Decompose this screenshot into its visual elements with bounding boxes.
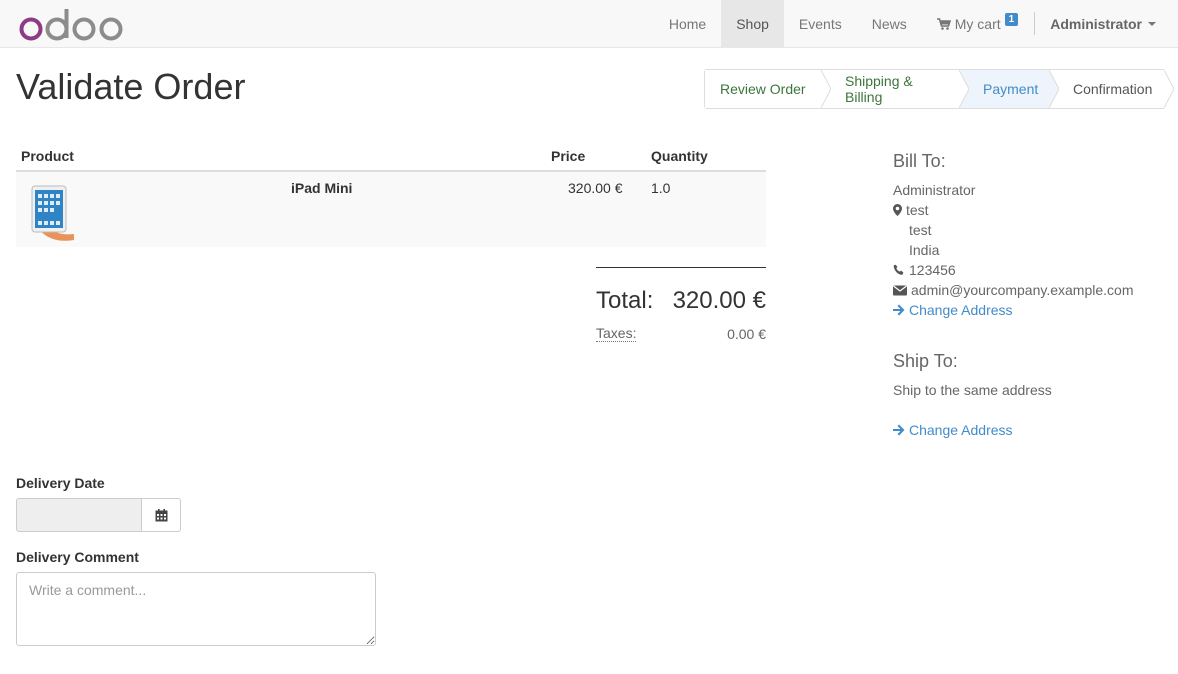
column-header-product: Product [21, 148, 74, 164]
user-menu[interactable]: Administrator [1035, 0, 1178, 47]
bill-to-panel: Bill To: Administrator test test India 1… [893, 150, 1163, 320]
change-address-label: Change Address [909, 422, 1013, 438]
step-arrow-icon [1049, 70, 1059, 108]
wizard-step-label: Payment [983, 81, 1039, 97]
user-name: Administrator [1050, 15, 1142, 32]
delivery-date-input[interactable] [16, 498, 142, 532]
column-header-price: Price [551, 148, 586, 164]
bill-to-name: Administrator [893, 182, 976, 198]
nav-home[interactable]: Home [654, 0, 721, 47]
odoo-logo[interactable] [18, 6, 128, 42]
ship-to-panel: Ship To: Ship to the same address Change… [893, 350, 1163, 440]
bill-to-phone-line: 123456 [893, 260, 1163, 280]
nav-news[interactable]: News [857, 0, 922, 47]
step-arrow-icon [1164, 70, 1174, 108]
cart-label: My cart [954, 15, 1001, 32]
envelope-icon [893, 285, 907, 296]
wizard-step-label: Confirmation [1073, 81, 1153, 97]
wizard-step-payment[interactable]: Payment [959, 70, 1059, 108]
step-arrow-icon [959, 70, 969, 108]
taxes-label[interactable]: Taxes: [596, 326, 637, 342]
top-navbar: Home Shop Events News My cart 1 Administ… [0, 0, 1178, 48]
total-value: 320.00 € [672, 287, 766, 314]
total-label: Total: [596, 287, 654, 314]
delivery-comment-label: Delivery Comment [16, 549, 139, 565]
cart-count-badge: 1 [1004, 13, 1019, 26]
delivery-comment-input[interactable] [16, 572, 376, 646]
ship-to-change-address-link[interactable]: Change Address [893, 420, 1163, 440]
wizard-step-confirmation[interactable]: Confirmation [1049, 70, 1174, 108]
product-name[interactable]: iPad Mini [291, 180, 352, 196]
change-address-label: Change Address [909, 302, 1013, 318]
bill-to-street-line: test [893, 200, 1163, 220]
bill-to-change-address-link[interactable]: Change Address [893, 300, 1163, 320]
page-title: Validate Order [16, 66, 246, 107]
map-marker-icon [893, 204, 902, 216]
bill-to-email-line: admin@yourcompany.example.com [893, 280, 1163, 300]
product-quantity: 1.0 [651, 180, 671, 196]
bill-to-heading: Bill To: [893, 151, 946, 171]
delivery-date-picker [16, 498, 181, 532]
checkout-wizard: Review Order Shipping & Billing Payment … [704, 69, 1174, 109]
wizard-step-label: Review Order [720, 81, 806, 97]
product-price: 320.00 € [568, 180, 623, 196]
phone-icon [893, 264, 904, 275]
nav-shop[interactable]: Shop [721, 0, 784, 47]
ship-to-text: Ship to the same address [893, 382, 1052, 398]
calendar-button[interactable] [142, 498, 181, 532]
bill-to-email: admin@yourcompany.example.com [911, 282, 1134, 298]
ship-to-heading: Ship To: [893, 351, 958, 371]
total-divider [596, 267, 766, 268]
delivery-date-label: Delivery Date [16, 475, 105, 491]
bill-to-phone: 123456 [909, 262, 956, 278]
wizard-step-label: Shipping & Billing [845, 73, 913, 105]
arrow-right-icon [893, 424, 905, 436]
caret-down-icon [1148, 21, 1156, 26]
column-header-quantity: Quantity [651, 148, 708, 164]
nav-events[interactable]: Events [784, 0, 857, 47]
calendar-icon [155, 508, 167, 521]
step-arrow-icon [821, 70, 831, 108]
main-nav: Home Shop Events News My cart 1 Administ… [654, 0, 1178, 47]
table-row: iPad Mini 320.00 € 1.0 [16, 172, 766, 247]
wizard-step-review-order[interactable]: Review Order [705, 70, 831, 108]
order-table: Product Price Quantity iPad Mini 320.00 … [16, 145, 766, 247]
bill-to-street: test [906, 202, 929, 218]
taxes-value: 0.00 € [727, 326, 766, 342]
bill-to-country: India [909, 242, 940, 258]
shopping-cart-icon [936, 17, 951, 30]
arrow-right-icon [893, 304, 905, 316]
wizard-step-shipping-billing[interactable]: Shipping & Billing [821, 70, 969, 108]
bill-to-city: test [909, 222, 932, 238]
nav-cart[interactable]: My cart 1 [922, 0, 1034, 47]
table-header: Product Price Quantity [16, 145, 766, 172]
product-image[interactable] [28, 184, 76, 242]
